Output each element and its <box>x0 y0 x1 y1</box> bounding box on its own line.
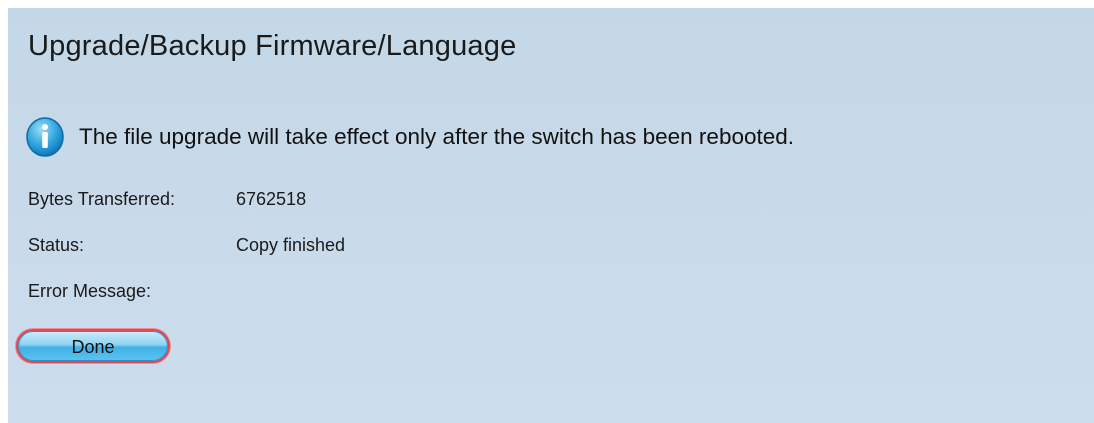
status-value: Copy finished <box>236 235 346 255</box>
info-notice: The file upgrade will take effect only a… <box>24 115 794 159</box>
info-icon <box>24 116 66 158</box>
page: Upgrade/Backup Firmware/Language The fil… <box>0 0 1094 423</box>
info-message: The file upgrade will take effect only a… <box>79 124 795 149</box>
done-button-wrapper: Done <box>14 325 174 367</box>
done-button[interactable]: Done <box>18 331 168 361</box>
status-label: Status: <box>28 235 85 255</box>
bytes-transferred-label: Bytes Transferred: <box>28 189 176 209</box>
bytes-transferred-value: 6762518 <box>236 189 307 209</box>
page-title: Upgrade/Backup Firmware/Language <box>28 30 517 62</box>
error-message-label: Error Message: <box>28 281 152 301</box>
